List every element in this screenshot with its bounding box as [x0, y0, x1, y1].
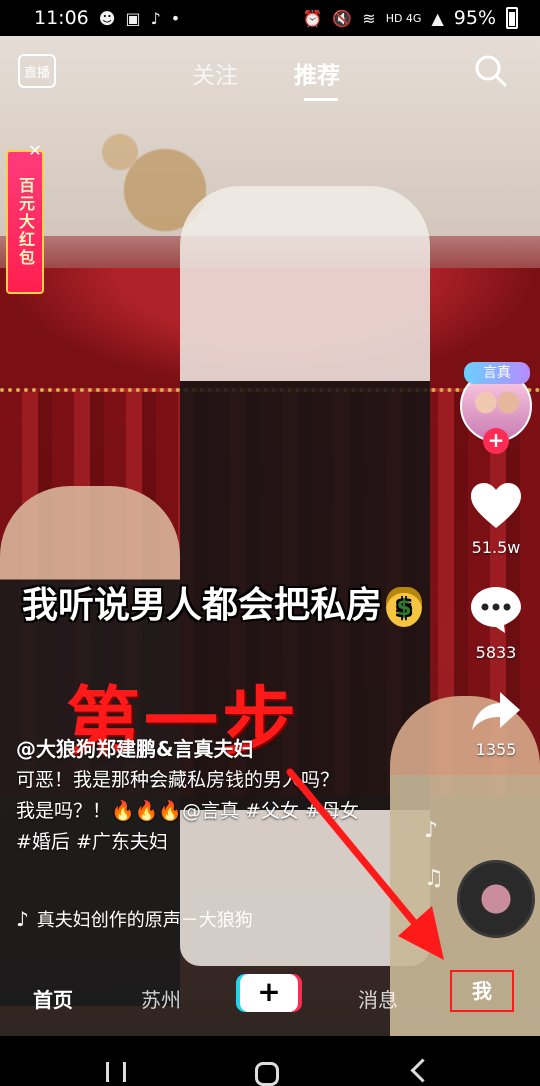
music-disc[interactable] [457, 860, 535, 938]
floating-note-icon: ♪ [424, 818, 439, 843]
battery-icon [506, 7, 518, 29]
live-label: 直播 [23, 65, 50, 81]
kakao-icon: ☻ [98, 8, 116, 28]
share-icon [472, 692, 520, 730]
active-tab-indicator [304, 98, 338, 101]
tab-recommended[interactable]: 推荐 [294, 56, 340, 90]
share-count: 1355 [475, 740, 517, 759]
live-icon[interactable]: 直播 [18, 54, 56, 88]
like-button[interactable]: 51.5w [456, 482, 536, 557]
action-rail: 言真 + 51.5w 5833 1355 [456, 362, 536, 759]
network-label: HD 4G [385, 11, 422, 25]
tab-following[interactable]: 关注 [192, 56, 238, 90]
like-count: 51.5w [471, 538, 521, 557]
status-bar: 11:06 ☻ ▣ ♪ • ⏰ 🔇 ≋ HD 4G ▲ 95% [0, 0, 540, 36]
music-info[interactable]: ♪ 真夫妇创作的原声－大狼狗 [16, 906, 316, 932]
bottom-nav: 首页 苏州 + 消息 我 [0, 970, 540, 1026]
author-handle[interactable]: @大狼狗郑建鹏&言真夫妇 [16, 734, 436, 765]
create-button[interactable]: + [240, 974, 298, 1012]
comment-icon [471, 587, 521, 633]
video-caption-text: 我听说男人都会把私房 [22, 585, 383, 626]
comment-count: 5833 [475, 643, 517, 662]
nav-me[interactable]: 我 [450, 970, 514, 1012]
money-bag-icon: $ [386, 587, 423, 627]
description-line-1: 可恶！我是那种会藏私房钱的男人吗？ [16, 769, 340, 791]
avatar-tag: 言真 [464, 362, 530, 384]
nav-city[interactable]: 苏州 [141, 984, 181, 1013]
search-icon[interactable] [474, 54, 508, 88]
image-icon: ▣ [125, 8, 141, 28]
tiktok-icon: ♪ [150, 8, 161, 28]
video-description: @大狼狗郑建鹏&言真夫妇 可恶！我是那种会藏私房钱的男人吗？ 我是吗？！🔥🔥🔥@… [16, 734, 436, 858]
back-icon[interactable] [410, 1058, 435, 1083]
status-right: ⏰ 🔇 ≋ HD 4G ▲ 95% [302, 7, 518, 29]
red-packet-label: 百元大红包 [16, 177, 35, 267]
dot-icon: • [170, 8, 181, 28]
description-line-2: 我是吗？！🔥🔥🔥@言真 #父女 #母女 [16, 800, 359, 822]
red-packet-banner[interactable]: 百元大红包 [6, 150, 44, 294]
video-caption: 我听说男人都会把私房 $ [22, 576, 472, 628]
nav-messages[interactable]: 消息 [358, 984, 398, 1013]
top-nav: 直播 关注 推荐 [0, 44, 540, 104]
system-nav-bar [0, 1040, 540, 1086]
home-icon[interactable] [255, 1062, 279, 1086]
wifi-icon: ≋ [362, 8, 376, 28]
music-title: 真夫妇创作的原声－大狼狗 [36, 910, 253, 931]
status-left: 11:06 ☻ ▣ ♪ • [34, 7, 180, 29]
tiktok-note-icon: ♪ [16, 907, 29, 931]
mute-icon: 🔇 [332, 8, 353, 28]
close-icon[interactable]: ✕ [24, 140, 46, 162]
follow-button[interactable]: + [483, 428, 509, 454]
recent-apps-icon[interactable] [106, 1062, 126, 1082]
status-time: 11:06 [34, 7, 89, 29]
floating-note-icon-2: ♫ [424, 866, 444, 891]
heart-icon [471, 483, 521, 528]
battery-percent: 95% [453, 7, 496, 29]
nav-home[interactable]: 首页 [33, 984, 73, 1013]
comment-button[interactable]: 5833 [456, 585, 536, 662]
description-line-3: #婚后 #广东夫妇 [16, 831, 168, 853]
alarm-icon: ⏰ [302, 8, 323, 28]
share-button[interactable]: 1355 [456, 690, 536, 759]
signal-icon: ▲ [431, 8, 444, 28]
